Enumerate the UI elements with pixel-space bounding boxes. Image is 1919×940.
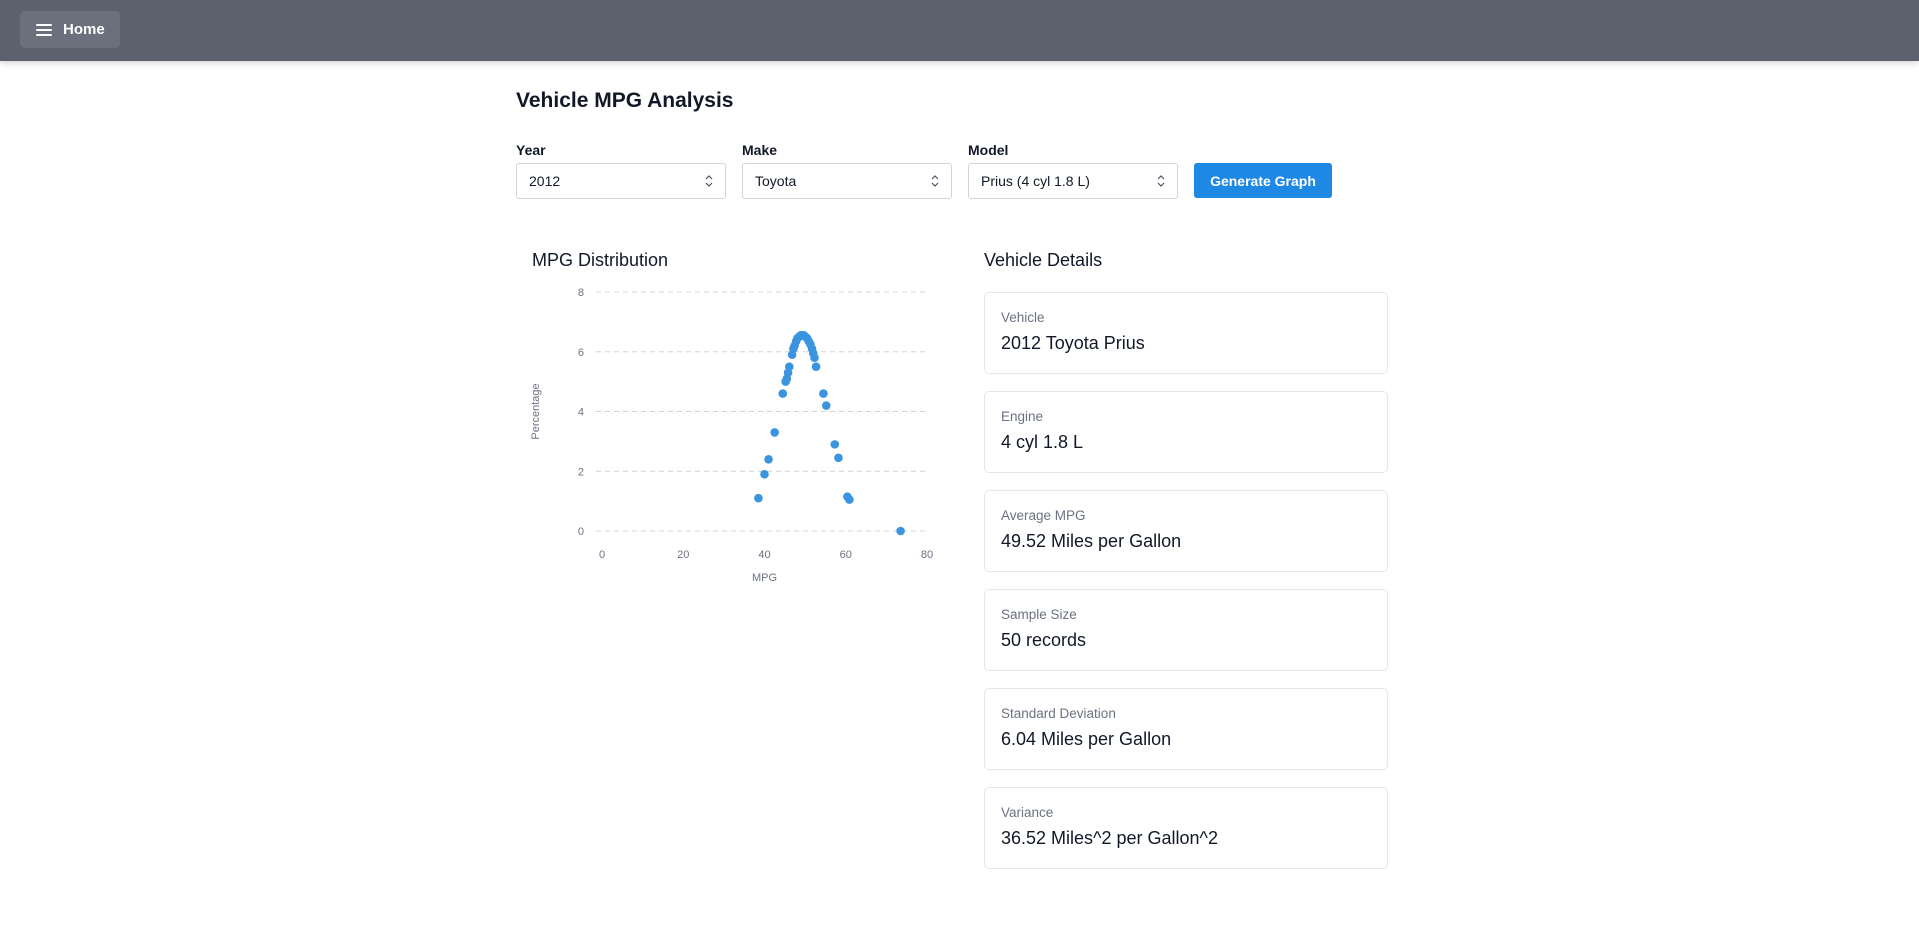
scatter-point (821, 401, 831, 410)
detail-card: Average MPG 49.52 Miles per Gallon (984, 490, 1388, 572)
scatter-point (830, 440, 840, 449)
detail-value: 49.52 Miles per Gallon (1001, 531, 1182, 551)
scatter-point (760, 469, 769, 479)
home-label: Home (63, 21, 105, 38)
y-tick-label: 6 (578, 347, 584, 359)
scatter-point (834, 453, 843, 463)
make-select[interactable]: Toyota (742, 163, 952, 199)
model-label: Model (968, 142, 1009, 158)
scatter-point (754, 493, 763, 503)
model-select-value: Prius (4 cyl 1.8 L) (981, 173, 1090, 189)
detail-value: 50 records (1001, 630, 1087, 650)
detail-value: 4 cyl 1.8 L (1001, 432, 1084, 452)
year-label: Year (516, 142, 546, 158)
home-button[interactable]: Home (20, 11, 120, 48)
x-tick-label: 80 (921, 549, 933, 561)
detail-card: Vehicle 2012 Toyota Prius (984, 292, 1388, 374)
scatter-point (764, 455, 773, 464)
y-tick-label: 4 (578, 407, 584, 419)
detail-value: 6.04 Miles per Gallon (1001, 729, 1172, 749)
mpg-scatter-chart: 024680 20 40 60 80MPGPercentage (530, 287, 933, 584)
detail-card: Engine 4 cyl 1.8 L (984, 391, 1388, 473)
y-axis-label: Percentage (530, 383, 542, 439)
page-title: Vehicle MPG Analysis (516, 89, 734, 112)
detail-key: Average MPG (1001, 508, 1086, 523)
detail-card: Sample Size 50 records (984, 589, 1388, 671)
scatter-point (845, 495, 854, 504)
scatter-point (810, 353, 819, 363)
chevron-up-down-icon (1157, 175, 1165, 187)
chart-section-title: MPG Distribution (532, 250, 669, 270)
top-bar: Home (0, 0, 1919, 61)
x-tick-label: 0 (599, 549, 605, 561)
detail-key: Engine (1001, 409, 1044, 424)
x-tick-label: 60 (840, 549, 852, 561)
x-tick-label: 40 (758, 549, 770, 561)
scatter-point (896, 526, 905, 536)
year-select[interactable]: 2012 (516, 163, 726, 199)
detail-key: Vehicle (1001, 310, 1045, 325)
detail-value: 2012 Toyota Prius (1001, 333, 1145, 353)
detail-key: Standard Deviation (1001, 706, 1116, 721)
chevron-up-down-icon (931, 175, 939, 187)
make-label: Make (742, 142, 778, 158)
scatter-point (819, 389, 828, 398)
detail-card: Variance 36.52 Miles^2 per Gallon^2 (984, 787, 1388, 869)
year-select-value: 2012 (529, 173, 561, 189)
x-tick-label: 20 (677, 549, 689, 561)
y-tick-label: 0 (578, 526, 584, 538)
detail-value: 36.52 Miles^2 per Gallon^2 (1001, 828, 1219, 848)
detail-card: Standard Deviation 6.04 Miles per Gallon (984, 688, 1388, 770)
generate-graph-button[interactable]: Generate Graph (1194, 163, 1332, 198)
chevron-up-down-icon (705, 175, 713, 187)
y-tick-label: 2 (578, 466, 584, 478)
menu-icon (36, 23, 52, 36)
x-axis-label: MPG (752, 572, 777, 584)
scatter-point (811, 362, 821, 371)
scatter-point (784, 362, 794, 371)
scatter-point (770, 428, 779, 437)
details-section-title: Vehicle Details (984, 250, 1103, 270)
make-select-value: Toyota (755, 173, 797, 189)
detail-key: Variance (1001, 805, 1054, 820)
detail-key: Sample Size (1001, 607, 1077, 622)
model-select[interactable]: Prius (4 cyl 1.8 L) (968, 163, 1178, 199)
y-tick-label: 8 (578, 287, 584, 299)
scatter-point (778, 389, 788, 398)
